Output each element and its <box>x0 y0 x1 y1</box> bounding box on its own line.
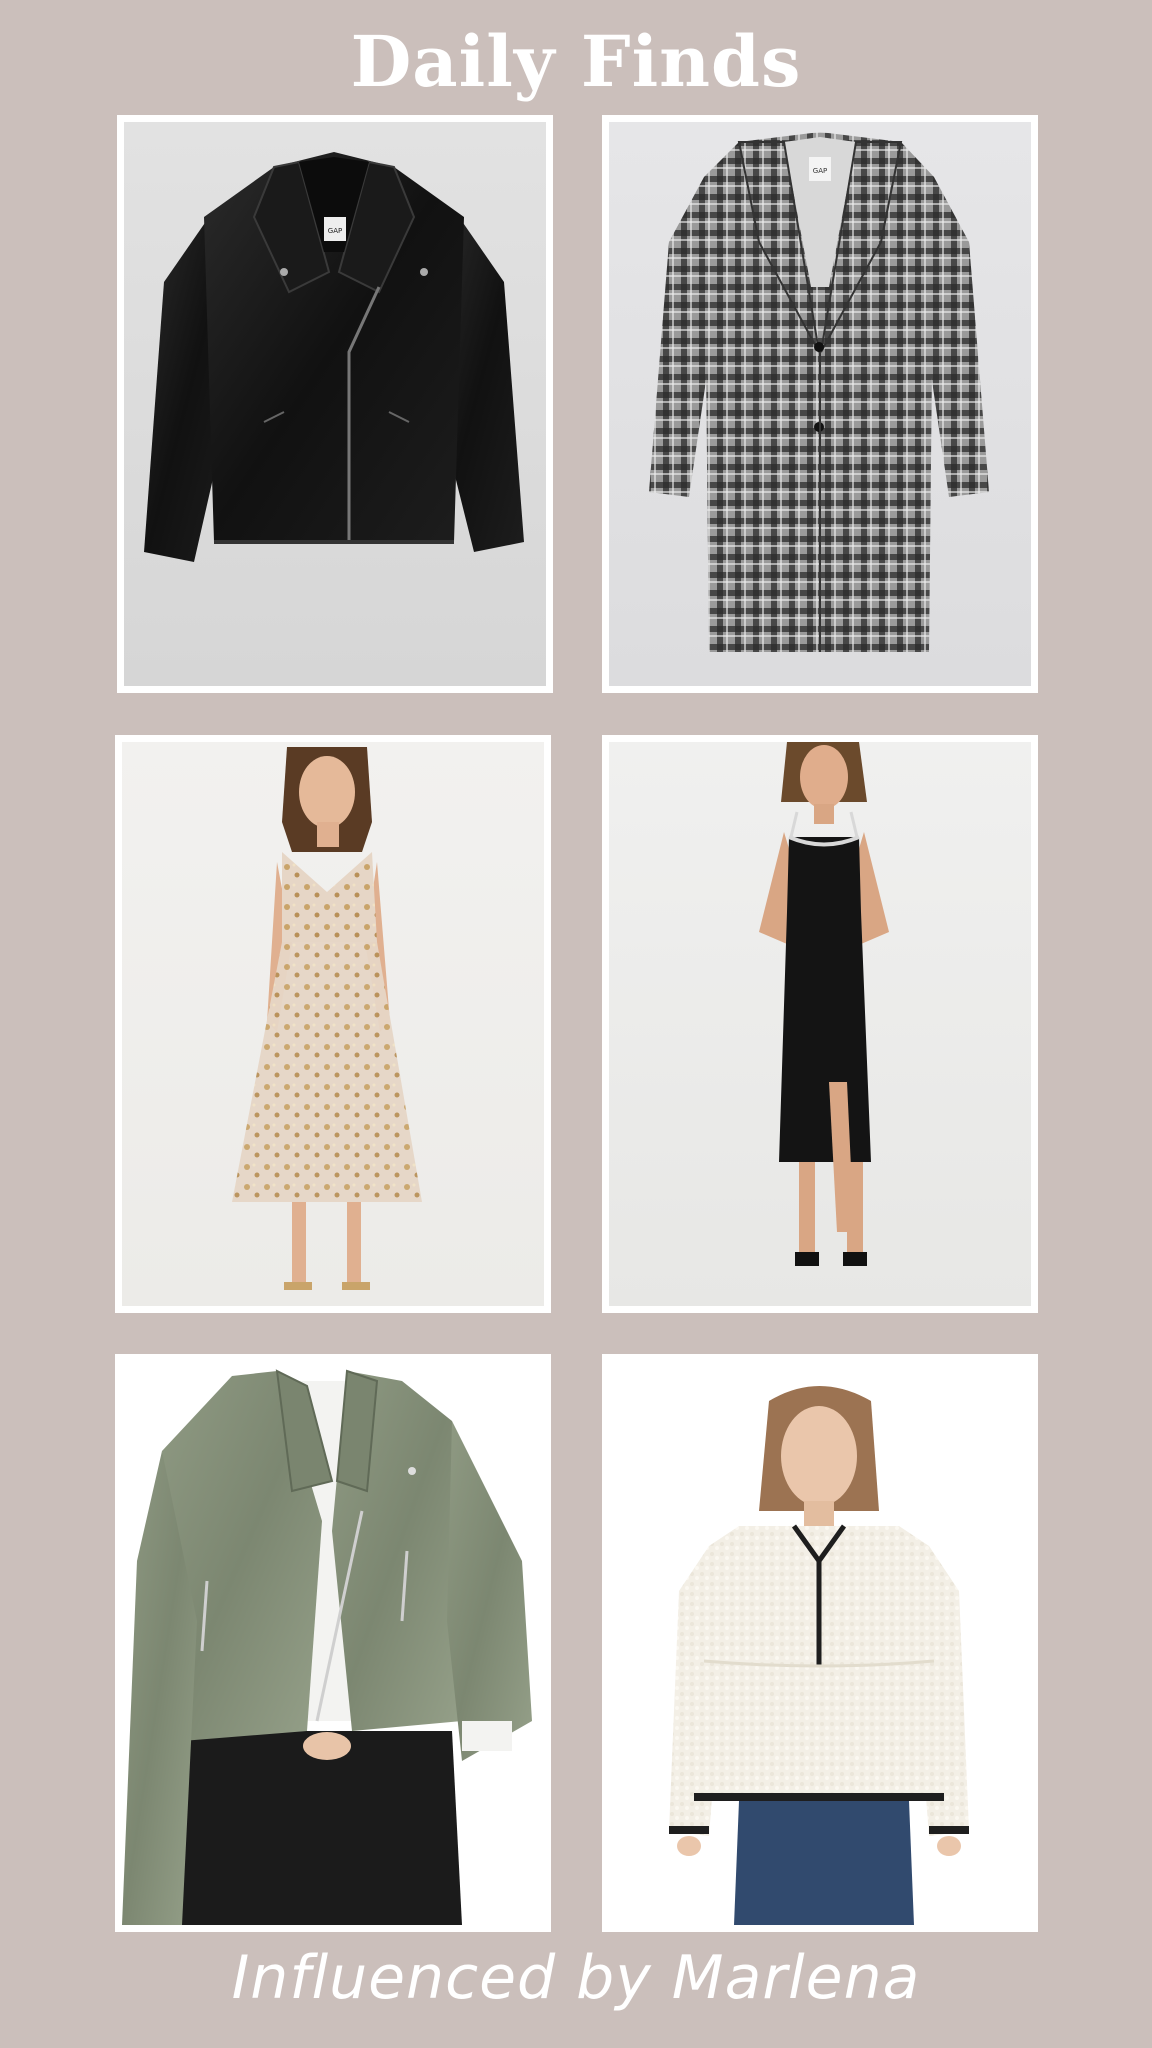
signature-footer: Influenced by Marlena <box>231 1943 921 2013</box>
black-rhinestone-strap-midi-dress-image <box>609 742 1031 1306</box>
cream-sherpa-half-zip-pullover-image <box>609 1361 1031 1925</box>
gap-tag-label: GAP <box>813 167 827 175</box>
product-card-sequin-dress[interactable] <box>115 735 551 1313</box>
product-card-plaid-coat[interactable]: GAP <box>602 115 1038 693</box>
product-card-black-moto-jacket[interactable]: GAP <box>117 115 553 693</box>
sequin-floral-midi-dress-image <box>122 742 544 1306</box>
product-card-black-dress[interactable] <box>602 735 1038 1313</box>
product-card-sage-jacket[interactable] <box>115 1354 551 1932</box>
gap-tag-label: GAP <box>328 227 342 235</box>
black-leather-moto-jacket-image: GAP <box>124 122 546 686</box>
page-title: Daily Finds <box>350 20 802 103</box>
product-card-sherpa-pullover[interactable] <box>602 1354 1038 1932</box>
sage-faux-leather-jacket-image <box>122 1361 544 1925</box>
plaid-long-coat-image: GAP <box>609 122 1031 686</box>
